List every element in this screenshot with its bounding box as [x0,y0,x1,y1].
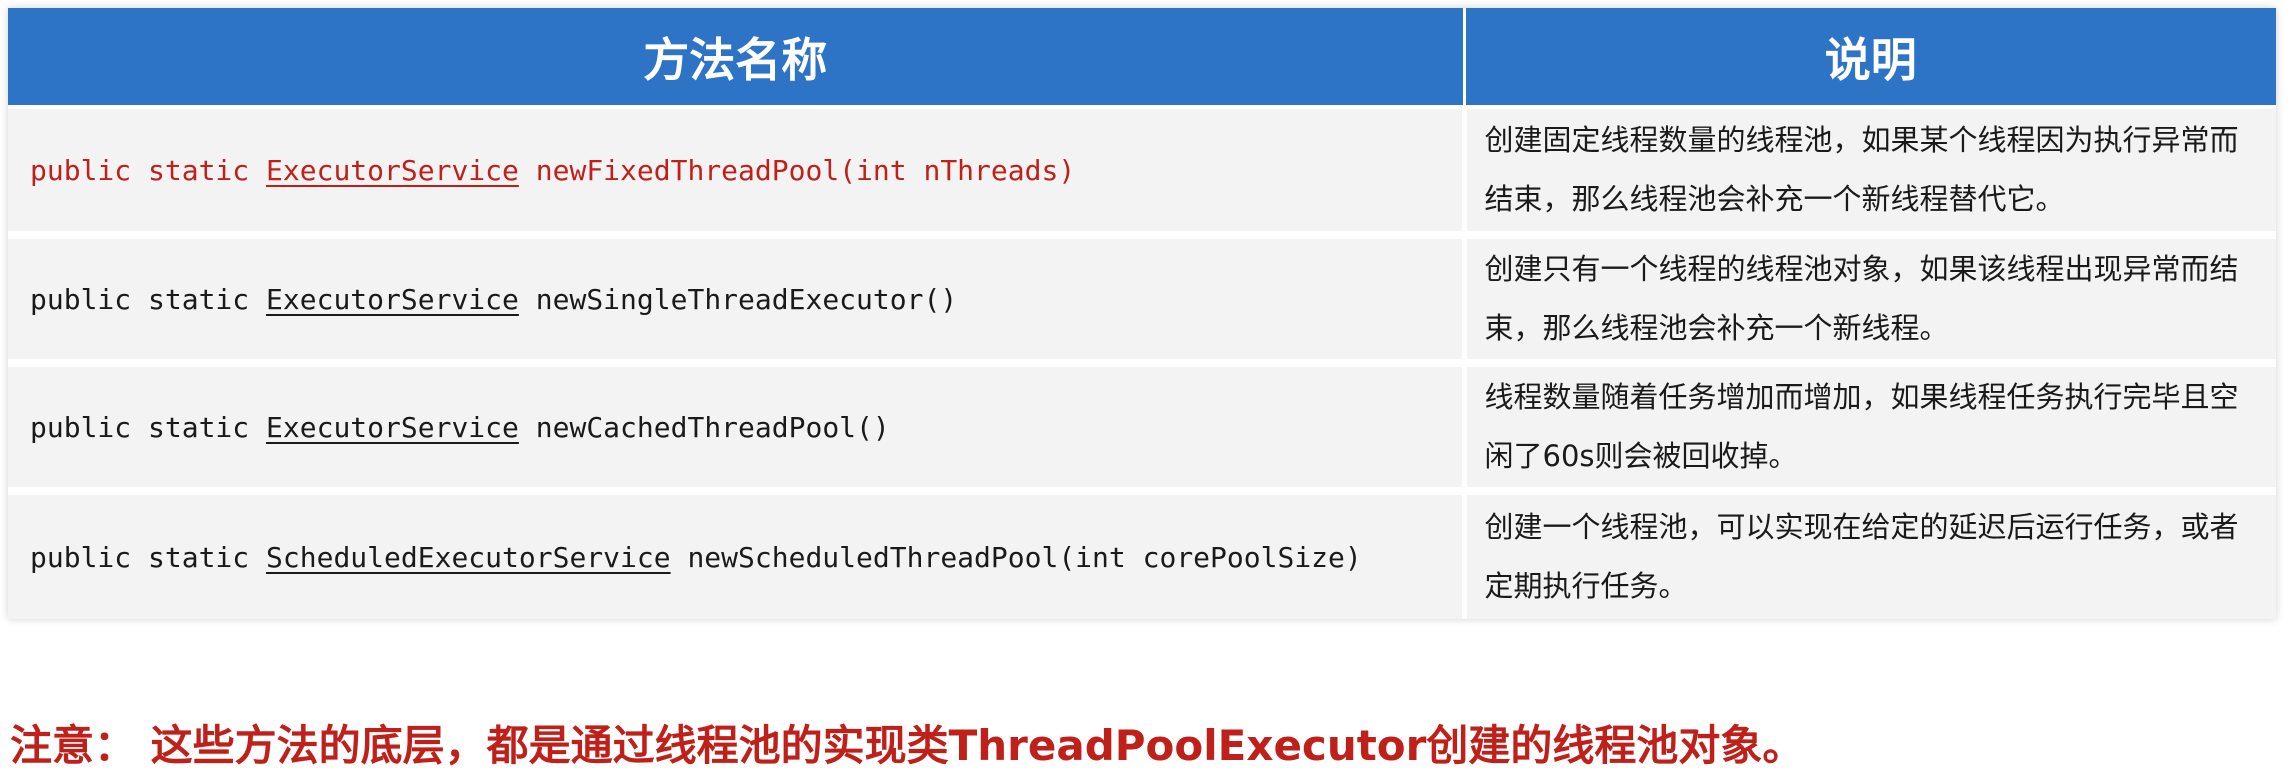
methods-table: 方法名称 说明 public static ExecutorService ne… [8,8,2276,619]
header-description: 说明 [1464,8,2276,107]
method-signature: public static ExecutorService newSingleT… [30,283,957,316]
modifier-text: public static [30,540,267,574]
return-type: ExecutorService [266,282,519,316]
table-header-row: 方法名称 说明 [8,8,2276,107]
method-name: newScheduledThreadPool(int corePoolSize) [670,540,1362,574]
method-signature: public static ExecutorService newFixedTh… [30,154,1075,187]
return-type: ExecutorService [266,410,519,444]
description-text: 线程数量随着任务增加而增加，如果线程任务执行完毕且空闲了60s则会被回收掉。 [1484,380,2239,473]
description-text: 创建一个线程池，可以实现在给定的延迟后运行任务，或者定期执行任务。 [1484,510,2239,603]
modifier-text: public static [30,410,267,444]
method-signature: public static ExecutorService newCachedT… [30,411,890,444]
method-cell: public static ScheduledExecutorService n… [8,487,1467,619]
table-row: public static ScheduledExecutorService n… [8,487,2276,619]
description-cell: 创建只有一个线程的线程池对象，如果该线程出现异常而结束，那么线程池会补充一个新线… [1464,231,2276,363]
return-type: ExecutorService [266,153,519,187]
description-cell: 创建一个线程池，可以实现在给定的延迟后运行任务，或者定期执行任务。 [1464,487,2276,619]
footnote: 注意： 这些方法的底层，都是通过线程池的实现类ThreadPoolExecuto… [10,721,1805,770]
modifier-text: public static [30,282,267,316]
description-cell: 创建固定线程数量的线程池，如果某个线程因为执行异常而结束，那么线程池会补充一个新… [1464,105,2276,235]
method-name: newCachedThreadPool() [518,410,890,444]
method-name: newFixedThreadPool(int nThreads) [518,153,1076,187]
description-text: 创建固定线程数量的线程池，如果某个线程因为执行异常而结束，那么线程池会补充一个新… [1484,123,2239,216]
method-cell: public static ExecutorService newSingleT… [8,231,1467,363]
return-type: ScheduledExecutorService [266,540,671,574]
methods-table-container: 方法名称 说明 public static ExecutorService ne… [8,8,2276,619]
method-signature: public static ScheduledExecutorService n… [30,541,1362,574]
method-cell: public static ExecutorService newCachedT… [8,359,1467,491]
description-text: 创建只有一个线程的线程池对象，如果该线程出现异常而结束，那么线程池会补充一个新线… [1484,252,2239,345]
modifier-text: public static [30,153,267,187]
description-cell: 线程数量随着任务增加而增加，如果线程任务执行完毕且空闲了60s则会被回收掉。 [1464,359,2276,491]
table-row: public static ExecutorService newSingleT… [8,231,2276,363]
table-row: public static ExecutorService newFixedTh… [8,105,2276,235]
header-method-name: 方法名称 [8,8,1466,107]
table-row: public static ExecutorService newCachedT… [8,359,2276,491]
method-name: newSingleThreadExecutor() [518,282,958,316]
method-cell: public static ExecutorService newFixedTh… [8,105,1467,235]
